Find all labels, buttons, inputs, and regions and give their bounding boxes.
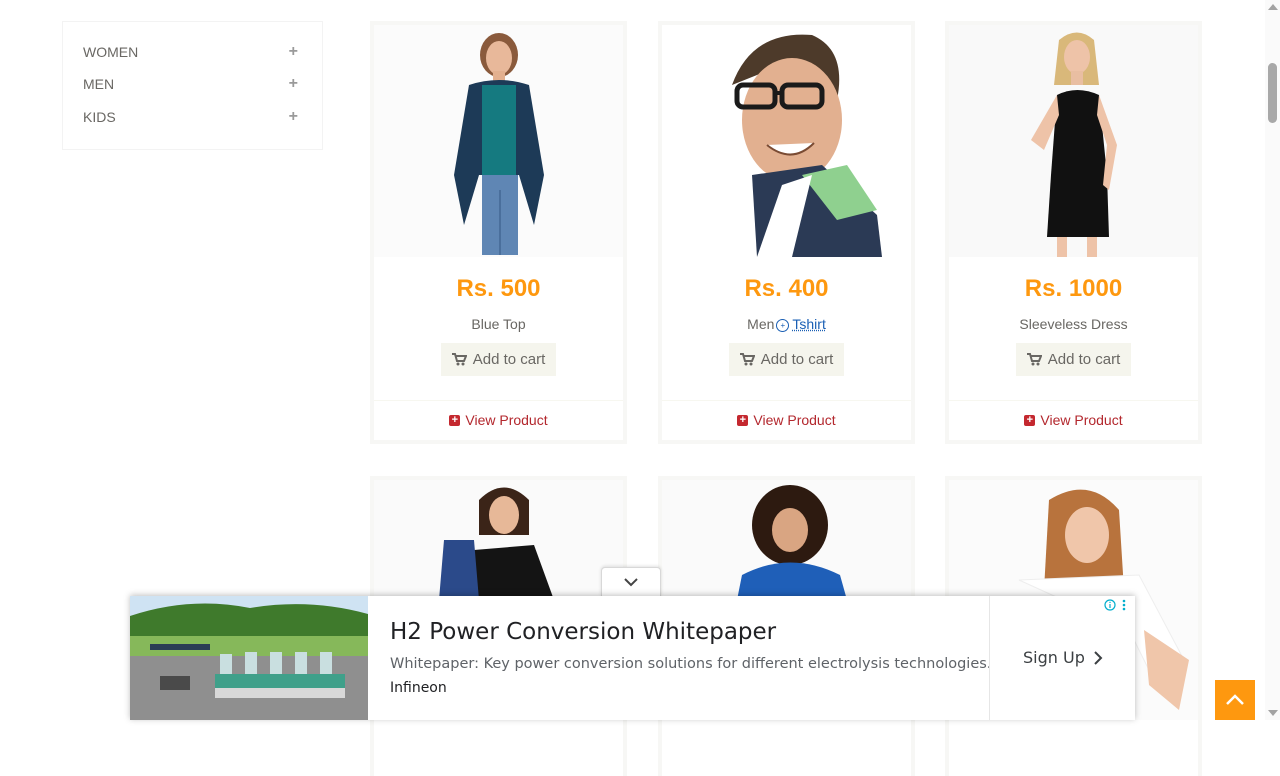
chevron-down-icon xyxy=(624,578,638,587)
plus-icon[interactable]: + xyxy=(289,109,298,125)
product-name: Sleeveless Dress xyxy=(1019,316,1128,332)
chevron-up-icon xyxy=(1226,694,1244,705)
add-to-cart-button[interactable]: Add to cart xyxy=(1016,343,1131,376)
ad-signup-button[interactable]: Sign Up xyxy=(1023,648,1103,667)
category-label: WOMEN xyxy=(83,44,139,60)
ad-collapse-button[interactable] xyxy=(601,567,661,597)
view-product-label: View Product xyxy=(753,412,836,428)
cart-icon xyxy=(1026,353,1042,366)
info-icon[interactable]: + xyxy=(776,319,790,332)
ad-title[interactable]: H2 Power Conversion Whitepaper xyxy=(390,619,776,645)
add-to-cart-label: Add to cart xyxy=(760,351,834,368)
add-to-cart-button[interactable]: Add to cart xyxy=(441,343,556,376)
product-price: Rs. 400 xyxy=(744,275,829,302)
ad-brand: Infineon xyxy=(390,680,447,696)
category-panel: WOMEN + MEN + KIDS + xyxy=(62,21,323,150)
ad-banner[interactable]: H2 Power Conversion Whitepaper Whitepape… xyxy=(130,596,1135,720)
product-image[interactable] xyxy=(662,25,911,257)
plus-square-icon: + xyxy=(449,414,461,426)
view-product-link[interactable]: + View Product xyxy=(949,412,1198,428)
product-image[interactable] xyxy=(949,25,1198,257)
view-product-label: View Product xyxy=(1040,412,1123,428)
product-name: Blue Top xyxy=(471,316,526,332)
category-label: KIDS xyxy=(83,109,116,125)
scrollbar-thumb[interactable] xyxy=(1268,63,1277,123)
card-divider xyxy=(949,400,1198,401)
ad-description: Whitepaper: Key power conversion solutio… xyxy=(390,656,992,672)
add-to-cart-button[interactable]: Add to cart xyxy=(729,343,844,376)
scroll-down-arrow-icon[interactable] xyxy=(1268,710,1278,716)
product-name-link[interactable]: Tshirt xyxy=(792,316,825,332)
add-to-cart-label: Add to cart xyxy=(472,351,546,368)
category-kids[interactable]: KIDS + xyxy=(83,107,298,127)
view-product-link[interactable]: + View Product xyxy=(374,412,623,428)
product-card: Rs. 500 Blue Top Add to cart + View Prod… xyxy=(370,21,627,444)
cart-icon xyxy=(739,353,755,366)
cart-icon xyxy=(451,353,467,366)
product-price: Rs. 500 xyxy=(456,275,541,302)
product-name: Men + Tshirt xyxy=(662,316,911,332)
info-icon[interactable] xyxy=(1104,599,1116,611)
view-product-label: View Product xyxy=(465,412,548,428)
scrollbar[interactable] xyxy=(1265,0,1280,720)
product-image[interactable] xyxy=(374,25,623,257)
product-card: Rs. 1000 Sleeveless Dress Add to cart + … xyxy=(945,21,1202,444)
add-to-cart-label: Add to cart xyxy=(1047,351,1121,368)
product-name-prefix: Men xyxy=(747,316,775,332)
ad-divider xyxy=(989,596,990,720)
card-divider xyxy=(374,400,623,401)
ad-info-controls xyxy=(1104,599,1126,611)
product-card: Rs. 400 Men + Tshirt Add to cart + View Pr… xyxy=(658,21,915,444)
card-divider xyxy=(662,400,911,401)
ad-cta-label: Sign Up xyxy=(1023,648,1085,667)
category-men[interactable]: MEN + xyxy=(83,74,298,94)
plus-icon[interactable]: + xyxy=(289,44,298,60)
product-price: Rs. 1000 xyxy=(1024,275,1123,302)
category-women[interactable]: WOMEN + xyxy=(83,42,298,62)
more-options-icon[interactable] xyxy=(1122,599,1126,611)
chevron-right-icon xyxy=(1094,650,1103,665)
category-label: MEN xyxy=(83,76,115,92)
view-product-link[interactable]: + View Product xyxy=(662,412,911,428)
ad-image[interactable] xyxy=(130,596,368,720)
scroll-up-arrow-icon[interactable] xyxy=(1268,4,1278,10)
plus-icon[interactable]: + xyxy=(289,76,298,92)
plus-square-icon: + xyxy=(1024,414,1036,426)
plus-square-icon: + xyxy=(737,414,749,426)
scroll-to-top-button[interactable] xyxy=(1215,680,1255,720)
